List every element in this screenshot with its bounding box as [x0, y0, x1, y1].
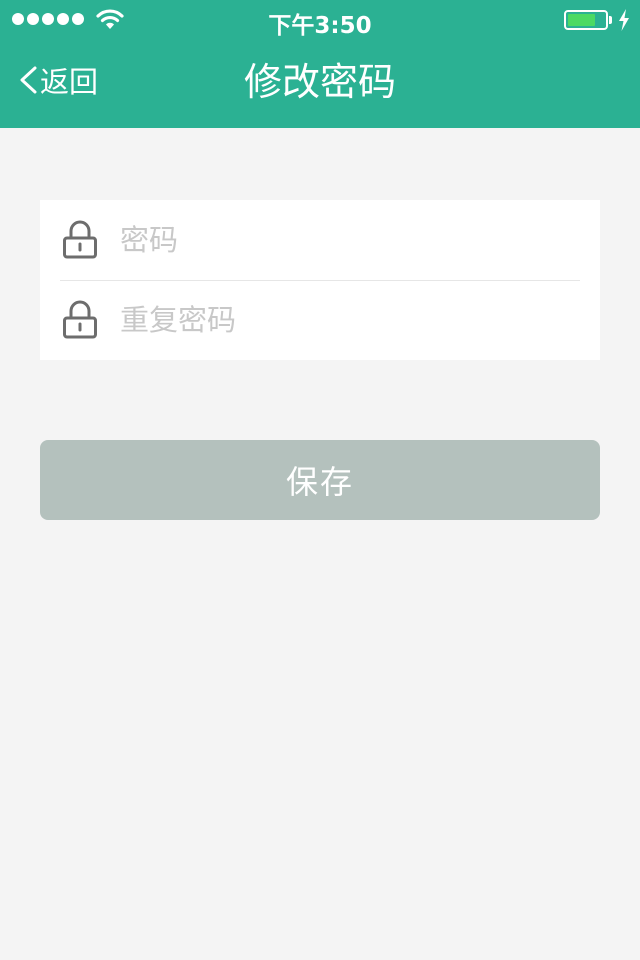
- password-form: [40, 200, 600, 360]
- lock-icon: [62, 220, 98, 264]
- password-field-row: [40, 200, 600, 280]
- status-bar: 下午3:50: [0, 0, 640, 40]
- save-button[interactable]: 保存: [40, 440, 600, 520]
- page-title: 修改密码: [243, 60, 396, 104]
- header: 下午3:50 返回 修改密码: [0, 0, 640, 128]
- password-input[interactable]: [120, 218, 560, 262]
- lock-icon: [62, 300, 98, 344]
- repeat-password-field-row: [40, 280, 600, 360]
- battery-icon: [564, 10, 608, 30]
- battery-tip: [609, 16, 612, 24]
- battery-level: [568, 14, 595, 26]
- lightning-bolt-icon: [618, 9, 630, 35]
- status-time: 下午3:50: [268, 13, 372, 39]
- repeat-password-input[interactable]: [120, 298, 560, 342]
